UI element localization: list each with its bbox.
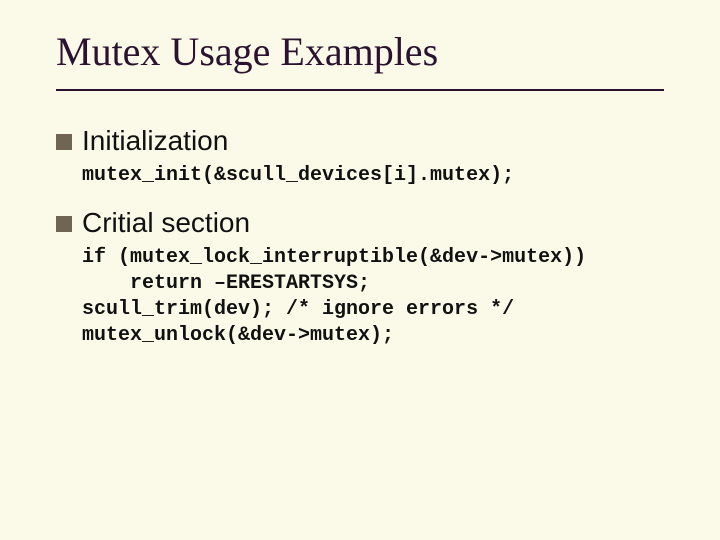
bullet-heading: Critial section — [82, 207, 250, 239]
slide: Mutex Usage Examples Initialization mute… — [0, 0, 720, 540]
bullet-heading-row: Critial section — [56, 207, 664, 239]
square-bullet-icon — [56, 134, 72, 150]
bullet-item-initialization: Initialization mutex_init(&scull_devices… — [56, 125, 664, 189]
square-bullet-icon — [56, 216, 72, 232]
slide-title: Mutex Usage Examples — [56, 28, 664, 81]
bullet-heading: Initialization — [82, 125, 228, 157]
bullet-item-critical-section: Critial section if (mutex_lock_interrupt… — [56, 207, 664, 349]
title-underline — [56, 89, 664, 91]
code-block-critical-section: if (mutex_lock_interruptible(&dev->mutex… — [82, 245, 664, 349]
code-block-initialization: mutex_init(&scull_devices[i].mutex); — [82, 163, 664, 189]
bullet-heading-row: Initialization — [56, 125, 664, 157]
